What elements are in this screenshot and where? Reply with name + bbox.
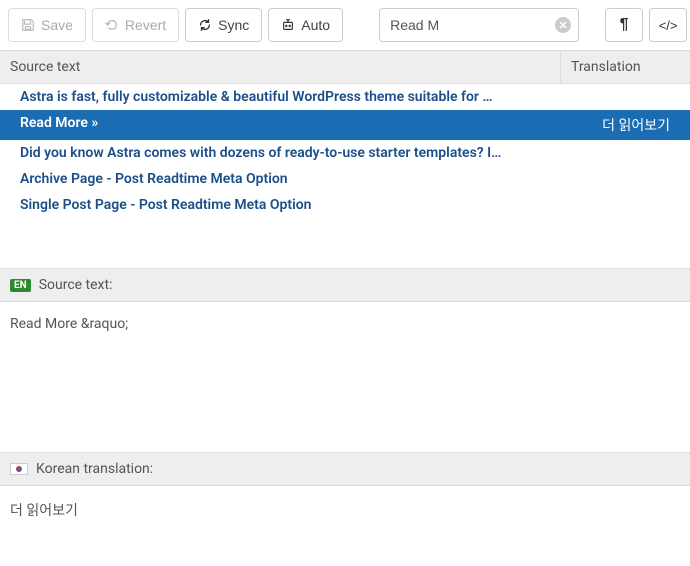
- table-row[interactable]: Single Post Page - Post Readtime Meta Op…: [0, 192, 690, 218]
- search-wrap: ✕: [379, 8, 579, 42]
- revert-icon: [105, 18, 119, 32]
- en-badge: EN: [10, 279, 31, 292]
- search-input[interactable]: [379, 8, 579, 42]
- save-label: Save: [41, 17, 73, 33]
- code-icon: </>: [659, 18, 678, 33]
- translation-pane-body[interactable]: 더 읽어보기: [0, 486, 690, 534]
- source-pane-label: Source text:: [39, 277, 113, 293]
- view-toggle-group: ¶ </>: [605, 8, 687, 42]
- row-source: Astra is fast, fully customizable & beau…: [20, 89, 660, 105]
- spacer: [0, 218, 690, 268]
- clear-search-icon[interactable]: ✕: [555, 17, 571, 33]
- row-source: Did you know Astra comes with dozens of …: [20, 145, 660, 161]
- save-icon: [21, 18, 35, 32]
- row-source: Read More »: [20, 115, 592, 135]
- sync-icon: [198, 18, 212, 32]
- translation-pane-label: Korean translation:: [36, 461, 153, 477]
- korean-flag-icon: [10, 463, 28, 475]
- table-row[interactable]: Read More »더 읽어보기: [0, 110, 690, 140]
- table-row[interactable]: Archive Page - Post Readtime Meta Option: [0, 166, 690, 192]
- row-translation: [660, 171, 670, 187]
- source-pane-body[interactable]: Read More &raquo;: [0, 302, 690, 452]
- row-source: Single Post Page - Post Readtime Meta Op…: [20, 197, 660, 213]
- toolbar: Save Revert Sync Auto ✕ ¶ </>: [0, 0, 690, 50]
- table-row[interactable]: Did you know Astra comes with dozens of …: [0, 140, 690, 166]
- source-column-header: Source text: [0, 51, 560, 83]
- translation-column-header: Translation: [560, 51, 690, 83]
- translation-pane-header: Korean translation:: [0, 452, 690, 486]
- table-header: Source text Translation: [0, 50, 690, 84]
- sync-label: Sync: [218, 17, 249, 33]
- revert-button[interactable]: Revert: [92, 8, 179, 42]
- rows-container: Astra is fast, fully customizable & beau…: [0, 84, 690, 218]
- auto-label: Auto: [301, 17, 330, 33]
- save-button[interactable]: Save: [8, 8, 86, 42]
- source-pane-header: EN Source text:: [0, 268, 690, 302]
- row-translation: 더 읽어보기: [592, 115, 670, 135]
- revert-label: Revert: [125, 17, 166, 33]
- sync-button[interactable]: Sync: [185, 8, 262, 42]
- pilcrow-icon: ¶: [620, 16, 629, 34]
- pilcrow-button[interactable]: ¶: [605, 8, 643, 42]
- code-view-button[interactable]: </>: [649, 8, 687, 42]
- row-source: Archive Page - Post Readtime Meta Option: [20, 171, 660, 187]
- table-row[interactable]: Astra is fast, fully customizable & beau…: [0, 84, 690, 110]
- row-translation: [660, 145, 670, 161]
- robot-icon: [281, 18, 295, 32]
- row-translation: [660, 197, 670, 213]
- auto-button[interactable]: Auto: [268, 8, 343, 42]
- row-translation: [660, 89, 670, 105]
